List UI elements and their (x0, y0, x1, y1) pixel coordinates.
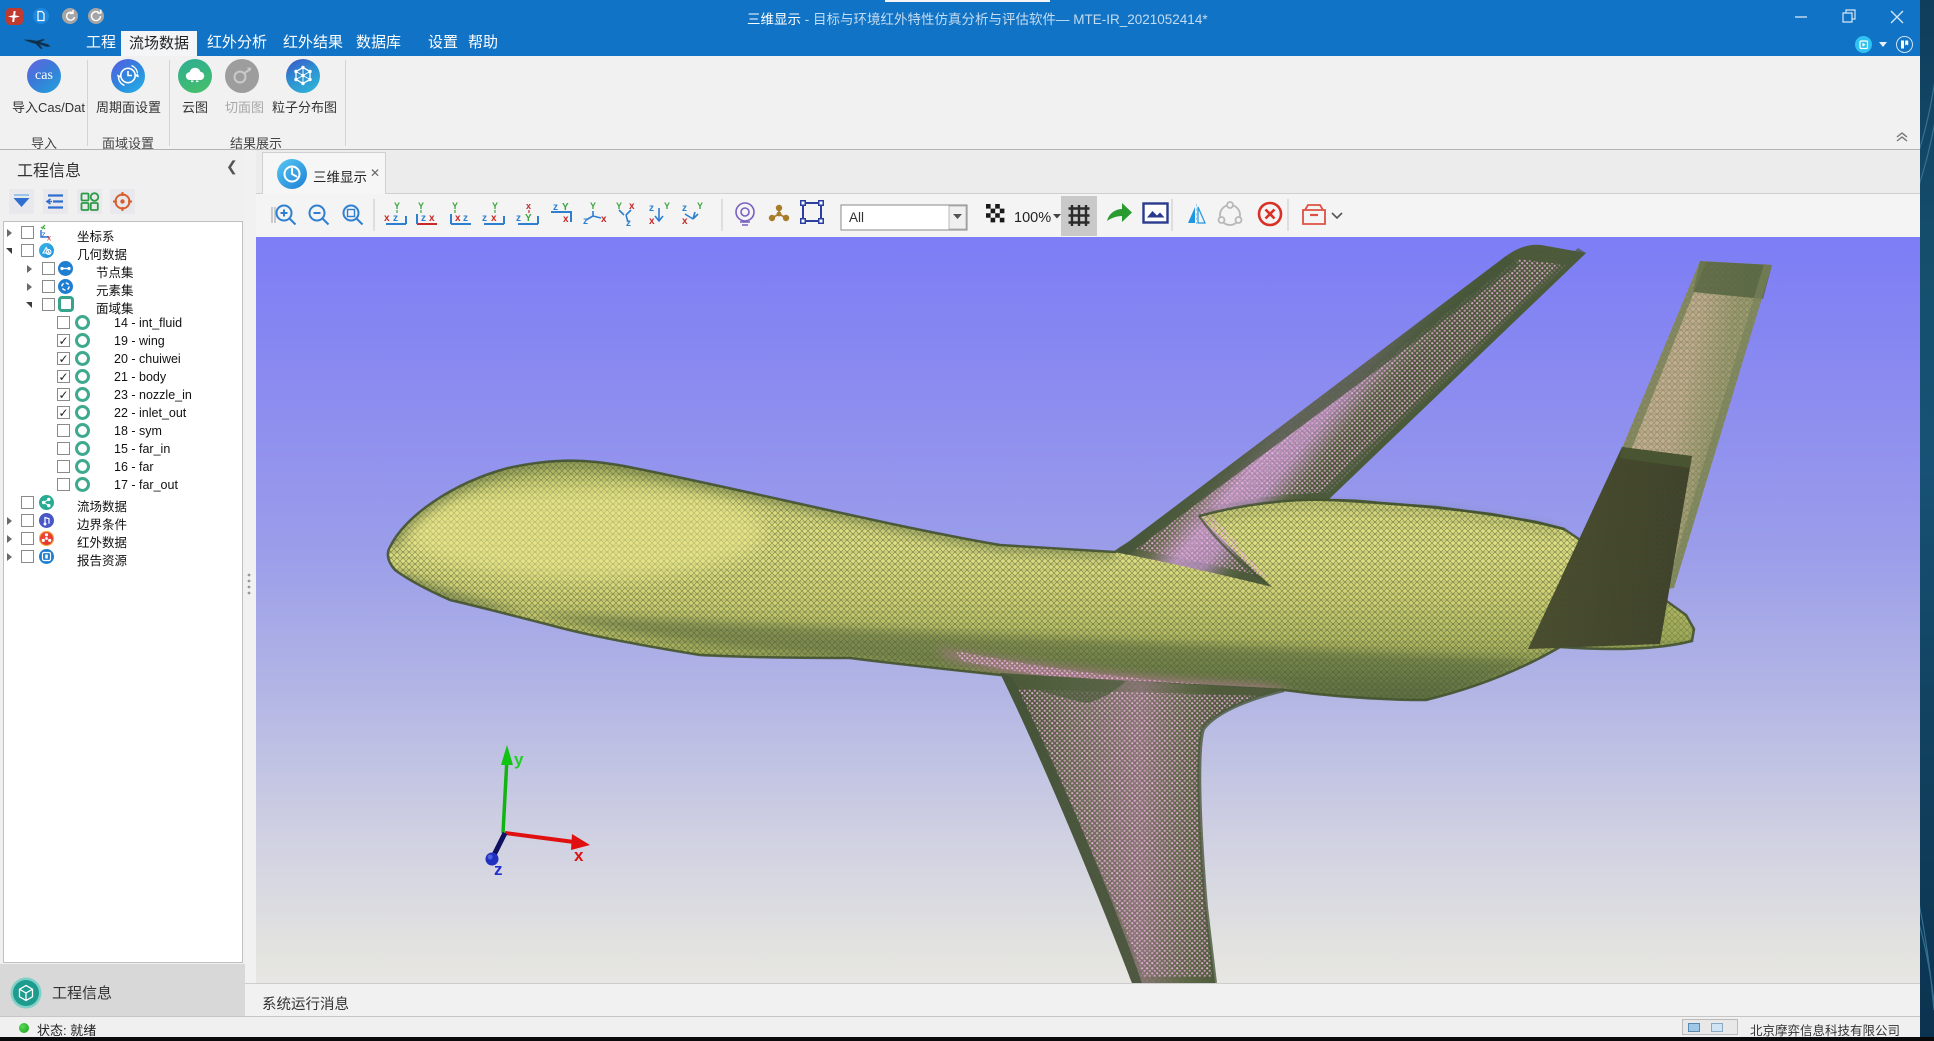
svg-text:Y: Y (590, 201, 596, 211)
svg-text:Y: Y (394, 201, 400, 211)
svg-text:x: x (601, 214, 607, 225)
svg-text:All: All (849, 210, 864, 225)
svg-text:x: x (429, 213, 435, 224)
svg-text:Y: Y (562, 202, 569, 213)
svg-text:x: x (682, 216, 688, 227)
svg-text:x: x (526, 201, 531, 211)
svg-text:x: x (563, 214, 569, 225)
svg-text:x: x (384, 213, 390, 224)
svg-text:z: z (482, 213, 487, 224)
svg-text:x: x (649, 216, 655, 227)
svg-text:Y: Y (492, 201, 498, 211)
svg-text:Y: Y (697, 201, 703, 211)
svg-text:100%: 100% (1014, 210, 1051, 226)
svg-text:Y: Y (616, 201, 622, 211)
svg-text:z: z (393, 213, 398, 224)
svg-text:Y: Y (452, 201, 458, 211)
svg-text:z: z (682, 203, 687, 214)
svg-text:z: z (421, 213, 426, 224)
svg-text:z: z (649, 203, 654, 214)
svg-text:x: x (574, 846, 584, 865)
svg-text:x: x (455, 213, 461, 224)
svg-text:x: x (47, 234, 51, 242)
svg-text:z: z (583, 216, 588, 227)
svg-text:y: y (514, 750, 524, 769)
svg-text:z: z (42, 230, 46, 239)
svg-text:Y: Y (418, 201, 424, 211)
svg-text:z: z (626, 218, 631, 229)
svg-text:z: z (494, 860, 503, 879)
svg-text:z: z (553, 202, 558, 213)
svg-text:z: z (463, 213, 468, 224)
svg-text:Y: Y (525, 213, 532, 224)
svg-text:z: z (516, 213, 521, 224)
svg-text:Y: Y (664, 201, 670, 211)
svg-text:x: x (491, 213, 497, 224)
